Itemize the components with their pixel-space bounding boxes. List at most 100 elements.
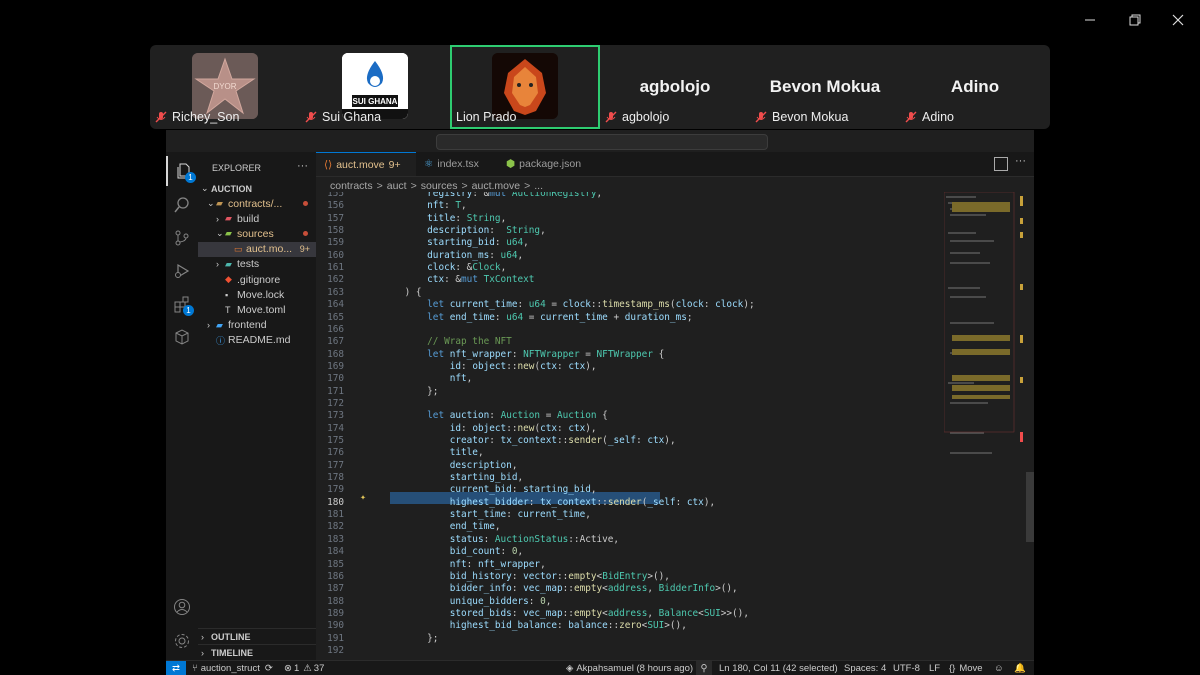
code-line: let auction: Auction = Auction { <box>427 410 608 422</box>
more-actions-button[interactable]: ··· <box>297 160 308 172</box>
code-line: highest_bid_balance: balance::zero<SUI>(… <box>449 620 687 632</box>
tree-item[interactable]: ⌄ ▰ sources <box>198 226 316 241</box>
problem-count-badge: 9+ <box>299 244 310 255</box>
tab-index-tsx[interactable]: ⚛ index.tsx <box>416 152 498 176</box>
encoding-status[interactable]: UTF-8 <box>893 661 920 675</box>
tree-root[interactable]: ⌄ AUCTION <box>198 181 316 196</box>
participant-tile[interactable]: Bevon Mokua Bevon Mokua <box>750 45 900 129</box>
explorer-badge: 1 <box>185 172 196 183</box>
notifications-button[interactable]: 🔔 <box>1014 661 1026 675</box>
copilot-status[interactable]: ☺ <box>994 661 1004 675</box>
tree-item[interactable]: ◆ .gitignore <box>198 272 316 287</box>
activity-packages[interactable] <box>166 322 198 352</box>
breadcrumb-item[interactable]: ... <box>534 180 543 192</box>
braces-icon: {} <box>949 662 956 674</box>
language-status[interactable]: {} Move <box>949 661 983 675</box>
remote-indicator[interactable]: ⇄ <box>166 661 186 675</box>
cursor-position[interactable]: Ln 180, Col 11 (42 selected) <box>719 661 838 675</box>
participant-tile[interactable]: Adino Adino <box>900 45 1050 129</box>
tree-item[interactable]: ⌄ ▰ contracts/... <box>198 196 316 211</box>
split-editor-button[interactable] <box>994 157 1008 171</box>
branch-icon: ⑂ <box>192 662 198 674</box>
participant-name: Adino <box>904 108 954 126</box>
line-number: 183 <box>327 533 344 545</box>
line-number: 170 <box>327 373 344 385</box>
file-icon: ◆ <box>225 274 232 284</box>
editor-area: ⟨⟩ auct.move 9+ ⚛ index.tsx ⬢ package.js… <box>316 152 1034 661</box>
zoom-icon: ⚲ <box>700 662 708 674</box>
chevron-right-icon: › <box>216 213 219 224</box>
tree-item[interactable]: ⓘ README.md <box>198 333 316 348</box>
branch-status[interactable]: ⑂ auction_struct ⟳ <box>192 661 273 675</box>
breadcrumb-item[interactable]: auct <box>387 180 407 192</box>
participant-strip: DYOR Richey_Son SUI GHANA Sui Ghana Lion… <box>150 45 1050 129</box>
git-blame-status[interactable]: ◈ Akpahsamuel (8 hours ago) <box>566 661 693 675</box>
line-number: 175 <box>327 435 344 446</box>
more-actions-button[interactable]: ··· <box>1015 155 1026 167</box>
code-line: }; <box>382 632 439 644</box>
activity-run-debug[interactable] <box>166 256 198 286</box>
line-number: 187 <box>327 583 344 595</box>
code-line: starting_bid: u64, <box>427 237 529 249</box>
line-number: 184 <box>327 546 344 558</box>
line-number: 178 <box>327 472 344 484</box>
activity-search[interactable] <box>166 190 198 220</box>
breadcrumb-item[interactable]: contracts <box>330 180 373 192</box>
chevron-down-icon: ⌄ <box>216 228 224 239</box>
tree-item[interactable]: T Move.toml <box>198 302 316 317</box>
eol-status[interactable]: LF <box>929 661 940 675</box>
activity-source-control[interactable] <box>166 223 198 253</box>
file-icon: ▪ <box>225 289 229 300</box>
line-number: 169 <box>327 360 344 372</box>
problems-status[interactable]: ⊗ 1 ⚠ 37 <box>284 661 324 675</box>
outline-section[interactable]: › OUTLINE <box>198 628 316 644</box>
close-button[interactable] <box>1163 8 1193 32</box>
line-number: 160 <box>327 249 344 261</box>
minimize-button[interactable] <box>1075 8 1105 32</box>
participant-tile[interactable]: SUI GHANA Sui Ghana <box>300 45 450 129</box>
code-line: creator: tx_context::sender(_self: ctx), <box>449 435 676 446</box>
line-number: 191 <box>327 632 344 644</box>
activity-extensions[interactable]: 1 <box>166 289 198 319</box>
mic-muted-icon <box>605 111 617 123</box>
svg-text:DYOR: DYOR <box>213 82 236 91</box>
breadcrumb-item[interactable]: auct.move <box>472 180 520 192</box>
tree-item[interactable]: › ▰ build <box>198 211 316 226</box>
zoom-indicator[interactable]: ⚲ <box>696 661 712 675</box>
sparkle-icon[interactable]: ✦ <box>360 492 366 503</box>
restore-button[interactable] <box>1120 8 1150 32</box>
code-line: bidder_info: vec_map::empty<address, Bid… <box>449 583 738 595</box>
tab-package-json[interactable]: ⬢ package.json <box>498 152 590 176</box>
tree-item[interactable]: ▭ auct.mo... 9+ <box>198 241 316 257</box>
tree-item[interactable]: › ▰ frontend <box>198 318 316 333</box>
tree-item-label: sources <box>237 227 274 240</box>
activity-accounts[interactable] <box>166 592 198 622</box>
activity-explorer[interactable]: 1 <box>166 156 200 186</box>
folder-icon: ▰ <box>216 198 223 208</box>
folder-icon: ▰ <box>225 258 232 269</box>
participant-tile[interactable]: agbolojo agbolojo <box>600 45 750 129</box>
participant-tile[interactable]: DYOR Richey_Son <box>150 45 300 129</box>
move-file-icon: ⟨⟩ <box>324 158 333 171</box>
minimap[interactable] <box>943 191 1024 612</box>
code-editor[interactable]: ✦ 155 registry: &mut AuctionRegistry, 156… <box>316 192 1034 661</box>
tree-item[interactable]: › ▰ tests <box>198 257 316 272</box>
minimize-icon <box>1085 19 1095 21</box>
chevron-right-icon: › <box>207 320 210 331</box>
indentation-status[interactable]: Spaces: 4 <box>844 661 886 675</box>
tree-item-label: tests <box>237 258 260 271</box>
vertical-scrollbar[interactable] <box>1026 472 1034 542</box>
activity-settings[interactable] <box>166 626 198 656</box>
timeline-section[interactable]: › TIMELINE <box>198 644 316 660</box>
code-line: description: String, <box>427 225 546 237</box>
participant-tile-active[interactable]: Lion Prado <box>450 45 600 129</box>
breadcrumb-separator: > <box>376 180 383 192</box>
participant-name: Richey_Son <box>154 108 239 126</box>
warning-icon: ⚠ <box>303 662 312 674</box>
participant-name: Lion Prado <box>456 110 517 124</box>
code-line: unique_bidders: 0, <box>449 595 552 607</box>
tab-auct-move[interactable]: ⟨⟩ auct.move 9+ <box>316 152 416 176</box>
breadcrumb-item[interactable]: sources <box>421 180 458 192</box>
command-center[interactable] <box>436 134 768 150</box>
tree-item[interactable]: ▪ Move.lock <box>198 287 316 302</box>
